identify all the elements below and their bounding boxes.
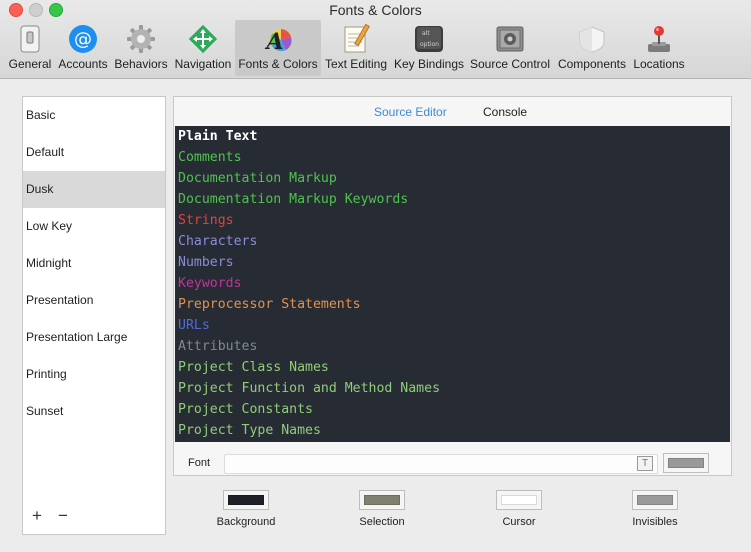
theme-list: Basic Default Dusk Low Key Midnight Pres… <box>22 96 166 535</box>
switch-icon <box>14 23 46 55</box>
toolbar-label: Components <box>557 57 627 71</box>
remove-theme-button[interactable]: − <box>55 506 71 526</box>
toolbar-source-control[interactable]: Source Control <box>468 20 552 76</box>
invisibles-color-well[interactable] <box>632 490 678 510</box>
toolbar-label: Fonts & Colors <box>238 57 318 71</box>
syntax-item-preprocessor-statements[interactable]: Preprocessor Statements <box>178 294 361 315</box>
add-theme-button[interactable]: + <box>29 506 45 526</box>
tab-source-editor[interactable]: Source Editor <box>374 105 447 119</box>
toolbar-fonts-colors[interactable]: A Fonts & Colors <box>235 20 321 76</box>
joystick-icon <box>643 23 675 55</box>
at-icon: @ <box>67 23 99 55</box>
toolbar-text-editing[interactable]: Text Editing <box>323 20 389 76</box>
syntax-item-documentation-markup[interactable]: Documentation Markup <box>178 168 337 189</box>
title-bar: Fonts & Colors General @ Accounts Behavi… <box>0 0 751 79</box>
syntax-item-numbers[interactable]: Numbers <box>178 252 234 273</box>
theme-item-basic[interactable]: Basic <box>23 97 165 134</box>
invisibles-color-control: Invisibles <box>610 490 700 528</box>
svg-text:option: option <box>420 41 439 48</box>
selection-color-swatch <box>364 495 400 505</box>
gear-icon <box>125 23 157 55</box>
cursor-label: Cursor <box>502 516 536 528</box>
font-field[interactable] <box>224 454 658 474</box>
theme-item-presentation[interactable]: Presentation <box>23 282 165 319</box>
font-color-swatch <box>668 458 704 468</box>
syntax-item-documentation-markup-keywords[interactable]: Documentation Markup Keywords <box>178 189 408 210</box>
selection-color-well[interactable] <box>359 490 405 510</box>
toolbar-behaviors[interactable]: Behaviors <box>112 20 170 76</box>
move-arrows-icon <box>187 23 219 55</box>
syntax-item-attributes[interactable]: Attributes <box>178 336 257 357</box>
toolbar-label: Key Bindings <box>393 57 465 71</box>
syntax-item-project-function-method-names[interactable]: Project Function and Method Names <box>178 378 440 399</box>
toolbar-key-bindings[interactable]: alt option Key Bindings <box>393 20 465 76</box>
background-color-swatch <box>228 495 264 505</box>
toolbar-label: Source Control <box>469 57 551 71</box>
selection-label: Selection <box>359 516 405 528</box>
toolbar-navigation[interactable]: Navigation <box>172 20 234 76</box>
background-color-well[interactable] <box>223 490 269 510</box>
selection-color-control: Selection <box>337 490 427 528</box>
safe-icon <box>494 23 526 55</box>
background-label: Background <box>216 516 276 528</box>
syntax-item-strings[interactable]: Strings <box>178 210 234 231</box>
toolbar-general[interactable]: General <box>5 20 55 76</box>
font-picker-icon[interactable]: T <box>637 456 653 471</box>
tab-console[interactable]: Console <box>483 105 527 119</box>
background-color-control: Background <box>201 490 291 528</box>
syntax-item-urls[interactable]: URLs <box>178 315 210 336</box>
keyboard-key-icon: alt option <box>413 23 445 55</box>
syntax-item-characters[interactable]: Characters <box>178 231 257 252</box>
syntax-item-project-constants[interactable]: Project Constants <box>178 399 313 420</box>
syntax-item-project-type-names[interactable]: Project Type Names <box>178 420 321 441</box>
theme-item-default[interactable]: Default <box>23 134 165 171</box>
svg-text:A: A <box>264 29 283 54</box>
theme-item-sunset[interactable]: Sunset <box>23 393 165 430</box>
theme-item-low-key[interactable]: Low Key <box>23 208 165 245</box>
cursor-color-swatch <box>501 495 537 505</box>
notepad-pencil-icon <box>340 23 372 55</box>
cursor-color-control: Cursor <box>474 490 564 528</box>
theme-item-presentation-large[interactable]: Presentation Large <box>23 319 165 356</box>
cursor-color-well[interactable] <box>496 490 542 510</box>
font-color-icon: A <box>262 23 294 55</box>
syntax-item-comments[interactable]: Comments <box>178 147 242 168</box>
toolbar-components[interactable]: Components <box>556 20 628 76</box>
shield-icon <box>576 23 608 55</box>
theme-item-midnight[interactable]: Midnight <box>23 245 165 282</box>
invisibles-color-swatch <box>637 495 673 505</box>
font-label: Font <box>188 457 211 469</box>
syntax-item-keywords[interactable]: Keywords <box>178 273 242 294</box>
theme-item-dusk[interactable]: Dusk <box>23 171 165 208</box>
toolbar-label: Locations <box>633 57 685 71</box>
toolbar-label: Navigation <box>174 57 232 71</box>
editor-settings-panel: Source Editor Console Plain Text Comment… <box>173 96 732 476</box>
toolbar-accounts[interactable]: @ Accounts <box>56 20 110 76</box>
window-title: Fonts & Colors <box>329 2 422 18</box>
toolbar-locations[interactable]: Locations <box>630 20 688 76</box>
invisibles-label: Invisibles <box>632 516 678 528</box>
svg-text:@: @ <box>74 29 92 50</box>
syntax-item-project-class-names[interactable]: Project Class Names <box>178 357 329 378</box>
font-color-well[interactable] <box>663 453 709 473</box>
toolbar-label: Text Editing <box>324 57 388 71</box>
toolbar-label: Behaviors <box>114 57 168 71</box>
svg-text:alt: alt <box>422 30 430 37</box>
toolbar-label: Accounts <box>58 57 108 71</box>
syntax-preview-list: Plain Text Comments Documentation Markup… <box>175 126 730 442</box>
theme-item-printing[interactable]: Printing <box>23 356 165 393</box>
toolbar-label: General <box>8 57 52 71</box>
preferences-window: Fonts & Colors General @ Accounts Behavi… <box>0 0 751 552</box>
syntax-item-plain-text[interactable]: Plain Text <box>178 126 257 147</box>
